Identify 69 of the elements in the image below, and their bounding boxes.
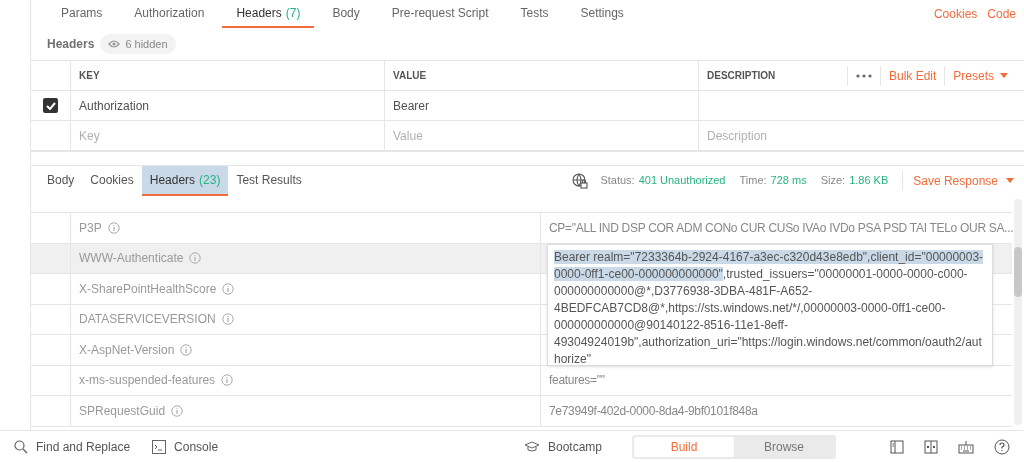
tab[interactable]: Cookies <box>82 165 142 196</box>
info-icon[interactable] <box>221 313 234 326</box>
status-label: Time: <box>739 173 767 189</box>
search-icon[interactable] <box>14 439 28 454</box>
info-icon[interactable] <box>221 374 234 387</box>
tab[interactable]: Body <box>39 165 83 196</box>
header-value: features="" <box>549 372 605 390</box>
status-value: 728 ms <box>770 173 807 189</box>
globe-lock-icon[interactable] <box>572 172 589 189</box>
column-header: VALUE <box>393 69 427 83</box>
keyboard-icon[interactable] <box>958 439 974 454</box>
section-title: Headers <box>47 36 95 53</box>
status-label: Status: <box>600 173 635 189</box>
tab[interactable]: Headers (7) <box>222 0 315 28</box>
link[interactable]: Code <box>987 5 1016 23</box>
mode-tab[interactable]: Browse <box>734 436 834 457</box>
tab[interactable]: Params <box>47 0 117 28</box>
header-name: P3P <box>79 219 102 237</box>
sidebar-icon[interactable] <box>890 439 904 454</box>
more-icon[interactable] <box>855 73 872 78</box>
caret-icon <box>1006 178 1014 183</box>
column-header: KEY <box>79 69 100 83</box>
tab[interactable]: Pre-request Script <box>377 0 503 28</box>
scrollbar-thumb[interactable] <box>1014 247 1022 297</box>
status-value: 1.86 KB <box>849 173 889 189</box>
status-label: Size: <box>820 173 846 189</box>
input-field[interactable]: Key <box>71 121 384 150</box>
hidden-headers-toggle[interactable]: 6 hidden <box>100 34 176 54</box>
caret-icon <box>1000 73 1008 78</box>
action-button[interactable]: Presets <box>944 65 1016 86</box>
tab[interactable]: Tests <box>506 0 563 28</box>
header-value: 7e73949f-402d-0000-8da4-9bf0101f848a <box>549 402 758 420</box>
tab[interactable]: Settings <box>566 0 638 28</box>
info-icon[interactable] <box>189 252 202 265</box>
column-header: DESCRIPTION <box>707 69 776 83</box>
header-name: x-ms-suspended-features <box>79 372 216 390</box>
checkbox[interactable] <box>43 98 58 113</box>
console-icon[interactable] <box>152 439 167 454</box>
input-field[interactable]: Value <box>385 121 698 150</box>
graduation-cap-icon <box>523 440 540 453</box>
footer-button[interactable]: Find and Replace <box>14 437 131 456</box>
header-name: DATASERVICEVERSION <box>79 311 216 329</box>
help-icon[interactable] <box>994 438 1010 455</box>
tab[interactable]: Body <box>318 0 374 28</box>
mode-tab[interactable]: Build <box>634 436 734 457</box>
header-name: WWW-Authenticate <box>79 250 184 268</box>
header-name: X-SharePointHealthScore <box>79 280 217 298</box>
action-button[interactable]: Bulk Edit <box>879 65 945 86</box>
header-name: SPRequestGuid <box>79 402 166 420</box>
eye-icon <box>108 40 121 48</box>
status-value: 401 Unauthorized <box>638 173 726 189</box>
info-icon[interactable] <box>180 343 193 356</box>
link[interactable]: Cookies <box>933 5 978 23</box>
info-icon[interactable] <box>107 221 120 234</box>
footer-button[interactable]: Console <box>152 437 219 456</box>
bootcamp-button[interactable]: Bootcamp <box>523 437 602 456</box>
two-pane-icon[interactable] <box>924 439 938 454</box>
input-field[interactable]: Description <box>699 121 1024 150</box>
table-cell-text: Bearer <box>393 97 430 115</box>
save-response-button[interactable]: Save Response <box>902 170 1014 191</box>
header-value-popup[interactable]: Bearer realm="7233364b-2924-4167-a3ec-c320d43e8edb",client_id="00000003-0000-0ff1-ce00-000000000000",trusted_issuers="00000001-0000-0000-c000- 000000000000@*,D3776938-3DBA-481F-A652-4BEDFCAB7CD8@*,https://sts.windows.net/*/,00000003-0000-0ff1-ce00-000000000000@90140122-8516-11e1-8eff-49304924019b",authorization_uri="https://login.windows.net/common/oauth2/authorize" <box>547 244 993 366</box>
header-name: X-AspNet-Version <box>79 341 175 359</box>
tab[interactable]: Authorization <box>120 0 219 28</box>
tab[interactable]: Test Results <box>228 165 310 196</box>
table-cell-text: Authorization <box>79 97 150 115</box>
tab[interactable]: Headers (23) <box>141 165 229 196</box>
info-icon[interactable] <box>222 282 235 295</box>
info-icon[interactable] <box>171 404 184 417</box>
header-value: CP="ALL IND DSP COR ADM CONo CUR CUSo IVAo IVDo PSA PSD TAI TELo OUR SA... <box>549 219 1014 237</box>
